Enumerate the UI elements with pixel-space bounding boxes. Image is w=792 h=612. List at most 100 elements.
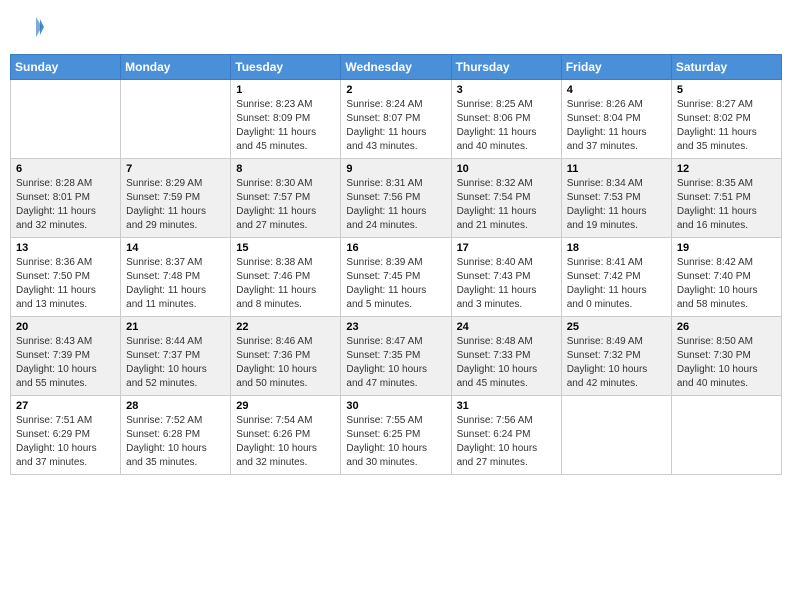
- calendar-cell: [671, 396, 781, 475]
- day-number: 27: [16, 400, 115, 412]
- day-info: Sunrise: 8:39 AMSunset: 7:45 PMDaylight:…: [346, 256, 445, 312]
- day-info: Sunrise: 8:48 AMSunset: 7:33 PMDaylight:…: [457, 335, 556, 391]
- day-info: Sunrise: 8:43 AMSunset: 7:39 PMDaylight:…: [16, 335, 115, 391]
- day-info: Sunrise: 8:27 AMSunset: 8:02 PMDaylight:…: [677, 98, 776, 154]
- calendar-cell: 29 Sunrise: 7:54 AMSunset: 6:26 PMDayligh…: [231, 396, 341, 475]
- calendar-week-row: 20Sunrise: 8:43 AMSunset: 7:39 PMDayligh…: [11, 317, 782, 396]
- day-header-friday: Friday: [561, 55, 671, 80]
- calendar-cell: 27 Sunrise: 7:51 AMSunset: 6:29 PMDayligh…: [11, 396, 121, 475]
- day-info: Sunrise: 7:56 AMSunset: 6:24 PMDaylight:…: [457, 414, 556, 470]
- logo-icon: [20, 15, 44, 39]
- calendar-cell: 6 Sunrise: 8:28 AMSunset: 8:01 PMDaylight…: [11, 159, 121, 238]
- day-header-monday: Monday: [121, 55, 231, 80]
- calendar-cell: 11 Sunrise: 8:34 AMSunset: 7:53 PMDayligh…: [561, 159, 671, 238]
- day-info: Sunrise: 8:26 AMSunset: 8:04 PMDaylight:…: [567, 98, 666, 154]
- day-number: 23: [346, 321, 445, 333]
- calendar-cell: [11, 80, 121, 159]
- day-number: 6: [16, 163, 115, 175]
- day-number: 31: [457, 400, 556, 412]
- logo: [20, 15, 46, 39]
- day-info: Sunrise: 8:35 AMSunset: 7:51 PMDaylight:…: [677, 177, 776, 233]
- day-info: Sunrise: 8:31 AMSunset: 7:56 PMDaylight:…: [346, 177, 445, 233]
- day-info: Sunrise: 8:38 AMSunset: 7:46 PMDaylight:…: [236, 256, 335, 312]
- calendar-cell: 9Sunrise: 8:31 AMSunset: 7:56 PMDaylight…: [341, 159, 451, 238]
- day-number: 17: [457, 242, 556, 254]
- calendar-cell: 22 Sunrise: 8:46 AMSunset: 7:36 PMDayligh…: [231, 317, 341, 396]
- day-header-tuesday: Tuesday: [231, 55, 341, 80]
- day-info: Sunrise: 8:34 AMSunset: 7:53 PMDaylight:…: [567, 177, 666, 233]
- day-info: Sunrise: 8:36 AMSunset: 7:50 PMDaylight:…: [16, 256, 115, 312]
- calendar-week-row: 13 Sunrise: 8:36 AMSunset: 7:50 PMDayligh…: [11, 238, 782, 317]
- day-info: Sunrise: 8:32 AMSunset: 7:54 PMDaylight:…: [457, 177, 556, 233]
- calendar-header-row: SundayMondayTuesdayWednesdayThursdayFrid…: [11, 55, 782, 80]
- calendar-cell: 13 Sunrise: 8:36 AMSunset: 7:50 PMDayligh…: [11, 238, 121, 317]
- day-header-thursday: Thursday: [451, 55, 561, 80]
- day-number: 19: [677, 242, 776, 254]
- day-number: 26: [677, 321, 776, 333]
- day-info: Sunrise: 7:55 AMSunset: 6:25 PMDaylight:…: [346, 414, 445, 470]
- day-header-wednesday: Wednesday: [341, 55, 451, 80]
- calendar-cell: 20Sunrise: 8:43 AMSunset: 7:39 PMDayligh…: [11, 317, 121, 396]
- calendar-cell: 10 Sunrise: 8:32 AMSunset: 7:54 PMDayligh…: [451, 159, 561, 238]
- calendar-cell: 17Sunrise: 8:40 AMSunset: 7:43 PMDayligh…: [451, 238, 561, 317]
- calendar-cell: 8Sunrise: 8:30 AMSunset: 7:57 PMDaylight…: [231, 159, 341, 238]
- calendar-table: SundayMondayTuesdayWednesdayThursdayFrid…: [10, 54, 782, 475]
- day-header-sunday: Sunday: [11, 55, 121, 80]
- day-info: Sunrise: 8:25 AMSunset: 8:06 PMDaylight:…: [457, 98, 556, 154]
- calendar-cell: 30 Sunrise: 7:55 AMSunset: 6:25 PMDayligh…: [341, 396, 451, 475]
- day-info: Sunrise: 8:44 AMSunset: 7:37 PMDaylight:…: [126, 335, 225, 391]
- day-info: Sunrise: 8:24 AMSunset: 8:07 PMDaylight:…: [346, 98, 445, 154]
- day-number: 30: [346, 400, 445, 412]
- day-info: Sunrise: 7:54 AMSunset: 6:26 PMDaylight:…: [236, 414, 335, 470]
- day-info: Sunrise: 8:46 AMSunset: 7:36 PMDaylight:…: [236, 335, 335, 391]
- calendar-week-row: 27 Sunrise: 7:51 AMSunset: 6:29 PMDayligh…: [11, 396, 782, 475]
- calendar-cell: 4 Sunrise: 8:26 AMSunset: 8:04 PMDaylight…: [561, 80, 671, 159]
- calendar-cell: 16 Sunrise: 8:39 AMSunset: 7:45 PMDayligh…: [341, 238, 451, 317]
- calendar-cell: 5 Sunrise: 8:27 AMSunset: 8:02 PMDaylight…: [671, 80, 781, 159]
- day-number: 22: [236, 321, 335, 333]
- day-number: 16: [346, 242, 445, 254]
- page-header: [10, 10, 782, 44]
- calendar-cell: 1 Sunrise: 8:23 AMSunset: 8:09 PMDaylight…: [231, 80, 341, 159]
- day-number: 29: [236, 400, 335, 412]
- calendar-cell: [561, 396, 671, 475]
- day-info: Sunrise: 8:23 AMSunset: 8:09 PMDaylight:…: [236, 98, 335, 154]
- day-info: Sunrise: 8:50 AMSunset: 7:30 PMDaylight:…: [677, 335, 776, 391]
- day-number: 18: [567, 242, 666, 254]
- calendar-cell: 7 Sunrise: 8:29 AMSunset: 7:59 PMDaylight…: [121, 159, 231, 238]
- calendar-cell: 3 Sunrise: 8:25 AMSunset: 8:06 PMDaylight…: [451, 80, 561, 159]
- calendar-week-row: 1 Sunrise: 8:23 AMSunset: 8:09 PMDaylight…: [11, 80, 782, 159]
- day-info: Sunrise: 8:42 AMSunset: 7:40 PMDaylight:…: [677, 256, 776, 312]
- day-number: 7: [126, 163, 225, 175]
- calendar-cell: 31 Sunrise: 7:56 AMSunset: 6:24 PMDayligh…: [451, 396, 561, 475]
- calendar-cell: 26 Sunrise: 8:50 AMSunset: 7:30 PMDayligh…: [671, 317, 781, 396]
- day-info: Sunrise: 7:52 AMSunset: 6:28 PMDaylight:…: [126, 414, 225, 470]
- day-number: 21: [126, 321, 225, 333]
- day-number: 24: [457, 321, 556, 333]
- day-number: 1: [236, 84, 335, 96]
- day-number: 4: [567, 84, 666, 96]
- day-info: Sunrise: 7:51 AMSunset: 6:29 PMDaylight:…: [16, 414, 115, 470]
- day-info: Sunrise: 8:29 AMSunset: 7:59 PMDaylight:…: [126, 177, 225, 233]
- day-number: 12: [677, 163, 776, 175]
- calendar-cell: 2 Sunrise: 8:24 AMSunset: 8:07 PMDaylight…: [341, 80, 451, 159]
- calendar-cell: 19 Sunrise: 8:42 AMSunset: 7:40 PMDayligh…: [671, 238, 781, 317]
- day-info: Sunrise: 8:37 AMSunset: 7:48 PMDaylight:…: [126, 256, 225, 312]
- day-number: 13: [16, 242, 115, 254]
- day-number: 11: [567, 163, 666, 175]
- day-info: Sunrise: 8:28 AMSunset: 8:01 PMDaylight:…: [16, 177, 115, 233]
- calendar-cell: 21 Sunrise: 8:44 AMSunset: 7:37 PMDayligh…: [121, 317, 231, 396]
- day-number: 2: [346, 84, 445, 96]
- calendar-cell: 12 Sunrise: 8:35 AMSunset: 7:51 PMDayligh…: [671, 159, 781, 238]
- calendar-cell: 23Sunrise: 8:47 AMSunset: 7:35 PMDayligh…: [341, 317, 451, 396]
- day-number: 10: [457, 163, 556, 175]
- calendar-cell: 15Sunrise: 8:38 AMSunset: 7:46 PMDayligh…: [231, 238, 341, 317]
- day-number: 5: [677, 84, 776, 96]
- day-number: 3: [457, 84, 556, 96]
- day-info: Sunrise: 8:41 AMSunset: 7:42 PMDaylight:…: [567, 256, 666, 312]
- calendar-cell: [121, 80, 231, 159]
- calendar-week-row: 6 Sunrise: 8:28 AMSunset: 8:01 PMDaylight…: [11, 159, 782, 238]
- calendar-cell: 18 Sunrise: 8:41 AMSunset: 7:42 PMDayligh…: [561, 238, 671, 317]
- calendar-cell: 24 Sunrise: 8:48 AMSunset: 7:33 PMDayligh…: [451, 317, 561, 396]
- day-info: Sunrise: 8:30 AMSunset: 7:57 PMDaylight:…: [236, 177, 335, 233]
